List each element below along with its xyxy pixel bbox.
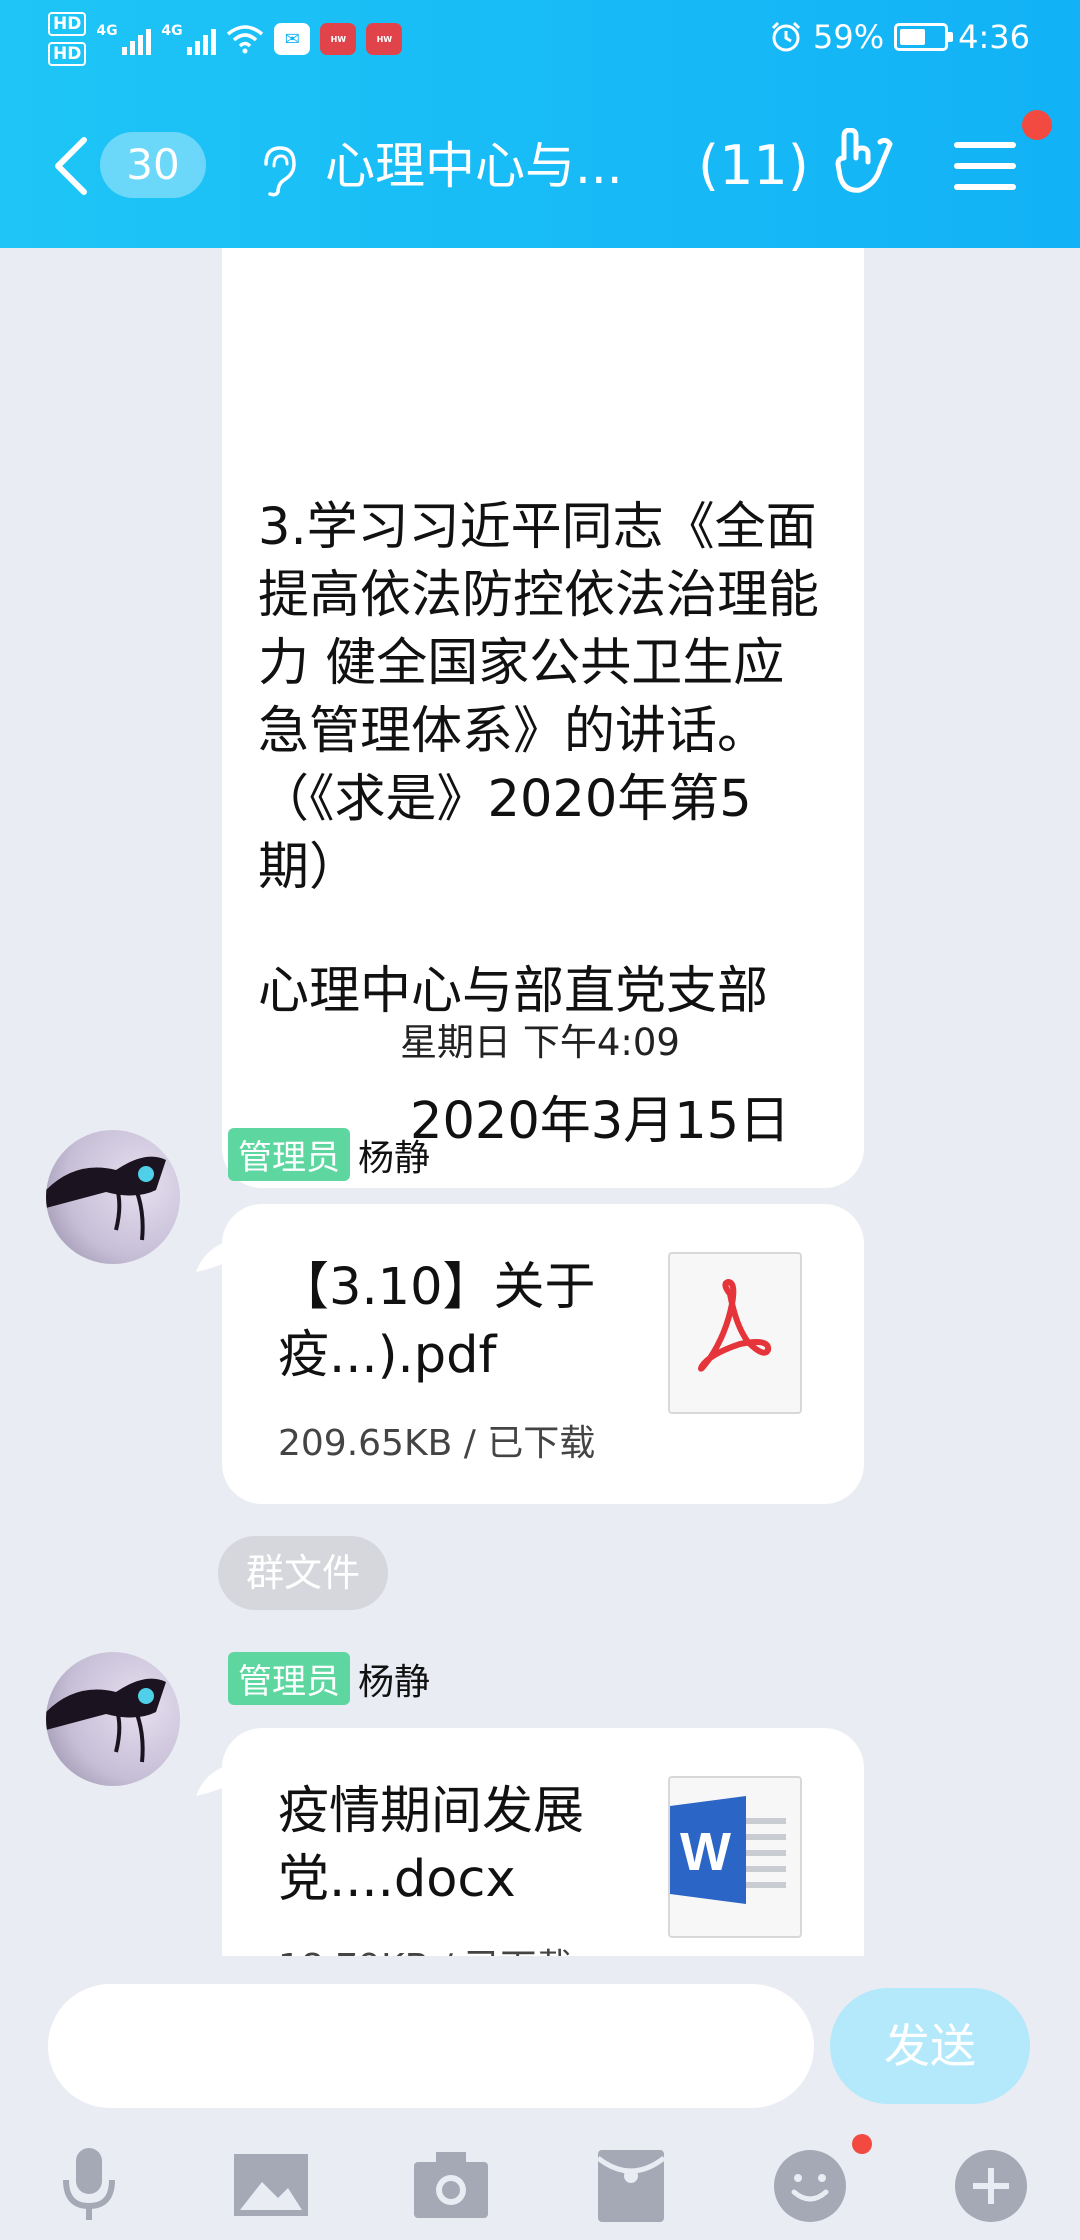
group-file-label[interactable]: 群文件 xyxy=(218,1536,388,1610)
file-size-status-2: 18.79KB / 已下载 xyxy=(278,1938,572,1956)
red-packet-icon[interactable] xyxy=(586,2140,676,2230)
notice-text: 3.学习习近平同志《全面提高依法防控依法治理能力 健全国家公共卫生应急管理体系》… xyxy=(258,498,820,897)
admin-role-tag: 管理员 xyxy=(228,1128,350,1181)
status-left-icons: HD HD 4G 4G ✉ HW HW xyxy=(48,12,403,66)
ear-icon xyxy=(264,146,296,197)
huawei-app-notification-icon: HW xyxy=(320,23,357,55)
wifi-icon xyxy=(227,25,264,54)
camera-icon[interactable] xyxy=(406,2140,496,2230)
sender-avatar[interactable] xyxy=(46,1130,180,1264)
plus-icon[interactable] xyxy=(946,2140,1036,2230)
message-timestamp: 星期日 下午4:09 xyxy=(400,1021,680,1064)
status-right-icons: 59% 4:36 xyxy=(769,18,1030,56)
hd2-badge: HD xyxy=(48,42,87,66)
top-bar: HD HD 4G 4G ✉ HW HW 59% 4:36 30 心理中心与...… xyxy=(0,0,1080,248)
hd-indicators: HD HD xyxy=(48,12,87,66)
sender-line-2: 管理员 杨静 xyxy=(228,1652,430,1705)
sender-name[interactable]: 杨静 xyxy=(358,1129,430,1181)
member-count[interactable]: (11) xyxy=(698,132,809,200)
alarm-icon xyxy=(771,21,801,52)
image-icon[interactable] xyxy=(226,2140,316,2230)
avatar-image-2 xyxy=(46,1678,166,1763)
word-file-thumbnail[interactable]: W xyxy=(668,1776,802,1938)
pdf-file-thumbnail[interactable] xyxy=(668,1252,802,1414)
file-message-bubble-2[interactable]: 疫情期间发展党....docx 18.79KB / 已下载 W xyxy=(196,1728,864,1956)
signal-2-icon: 4G xyxy=(161,23,217,55)
battery-icon xyxy=(894,23,954,51)
file-message-bubble[interactable]: 【3.10】关于疫...).pdf 209.65KB / 已下载 xyxy=(196,1204,864,1504)
battery-percent: 59% xyxy=(813,18,885,56)
emoji-icon[interactable] xyxy=(768,2140,858,2230)
word-icon: W xyxy=(670,1796,786,1904)
svg-text:W: W xyxy=(680,1822,731,1882)
hd1-badge: HD xyxy=(48,12,87,36)
microphone-icon[interactable] xyxy=(44,2140,134,2230)
sender-line: 管理员 杨静 xyxy=(228,1128,430,1181)
bubble-tail-2 xyxy=(196,1762,240,1796)
emoji-notification-dot xyxy=(852,2134,872,2154)
admin-role-tag-2: 管理员 xyxy=(228,1652,350,1705)
group-title[interactable]: 心理中心与... xyxy=(325,132,623,200)
bubble-tail xyxy=(196,1238,240,1272)
signal-1-icon: 4G xyxy=(96,23,152,55)
back-arrow-icon[interactable] xyxy=(50,134,90,198)
avatar-image xyxy=(46,1156,166,1241)
signal-1-label: 4G xyxy=(96,23,118,39)
sender-name-2[interactable]: 杨静 xyxy=(358,1653,430,1705)
message-input[interactable] xyxy=(48,1984,814,2108)
hand-gesture-icon[interactable] xyxy=(830,128,900,200)
pdf-icon xyxy=(698,1279,772,1372)
sender-avatar-2[interactable] xyxy=(46,1652,180,1786)
signal-2-label: 4G xyxy=(161,23,183,39)
menu-notification-dot xyxy=(1022,110,1052,140)
huawei-app-notification-icon-2: HW xyxy=(366,23,403,55)
file-name: 【3.10】关于疫...).pdf xyxy=(278,1258,596,1385)
notice-signature-date: 2020年3月15日 xyxy=(410,1092,791,1151)
chat-message-list[interactable]: 3.学习习近平同志《全面提高依法防控依法治理能力 健全国家公共卫生应急管理体系》… xyxy=(0,248,1080,1956)
chat-app-notification-icon: ✉ xyxy=(274,23,311,55)
status-bar: HD HD 4G 4G ✉ HW HW 59% 4:36 xyxy=(0,0,1080,84)
file-size-status: 209.65KB / 已下载 xyxy=(278,1423,596,1464)
input-bar: 发送 xyxy=(0,1956,1080,2240)
unread-count-badge[interactable]: 30 xyxy=(100,132,206,198)
chat-nav-bar: 30 心理中心与... (11) xyxy=(0,84,1080,248)
file-name-2: 疫情期间发展党....docx xyxy=(278,1782,585,1909)
menu-icon[interactable] xyxy=(954,142,1016,192)
input-toolbar xyxy=(0,2140,1080,2240)
clock: 4:36 xyxy=(958,18,1030,56)
battery-level-fill xyxy=(900,29,926,45)
send-button[interactable]: 发送 xyxy=(830,1988,1030,2104)
